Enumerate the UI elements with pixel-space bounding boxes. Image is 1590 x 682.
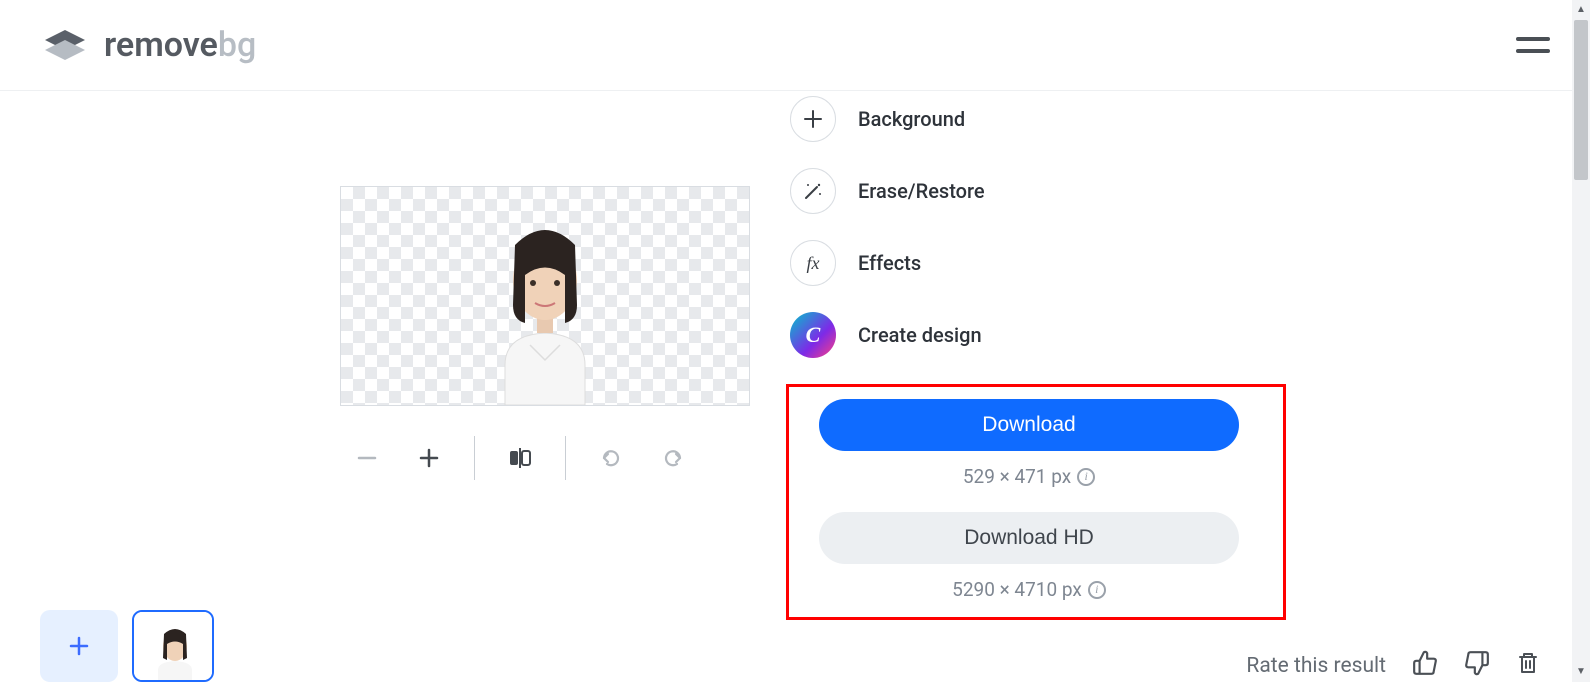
main-content: Background Erase/Restore fx Effects C Cr… [0,91,1590,620]
plus-icon [68,635,90,657]
scroll-up-arrow-icon: ▲ [1575,4,1587,16]
logo-icon [40,20,90,70]
thumbnail-selected[interactable] [132,610,214,682]
compare-button[interactable] [503,441,537,475]
thumbnail-strip [40,610,214,682]
rating-bar: Rate this result [1246,650,1540,682]
download-hd-button[interactable]: Download HD [819,512,1239,564]
magic-wand-icon [790,168,836,214]
background-label: Background [858,107,965,131]
download-dimensions: 529 × 471 px i [819,465,1239,488]
menu-button[interactable] [1516,37,1550,53]
create-design-label: Create design [858,323,982,347]
thumbs-up-button[interactable] [1412,650,1438,682]
plus-icon [790,96,836,142]
download-section: Download 529 × 471 px i Download HD 5290… [790,384,1286,620]
background-option[interactable]: Background [790,96,1286,142]
effects-option[interactable]: fx Effects [790,240,1286,286]
add-image-button[interactable] [40,610,118,682]
logo[interactable]: removebg [40,20,256,70]
thumbs-down-button[interactable] [1464,650,1490,682]
zoom-in-button[interactable] [412,441,446,475]
vertical-scrollbar[interactable]: ▲ ▼ [1572,0,1590,682]
undo-button[interactable] [594,441,628,475]
download-button[interactable]: Download [819,399,1239,451]
canva-icon: C [790,312,836,358]
download-hd-dimensions: 5290 × 4710 px i [819,578,1239,601]
annotation-highlight: Download 529 × 471 px i Download HD 5290… [786,384,1286,620]
erase-restore-label: Erase/Restore [858,179,985,203]
effects-label: Effects [858,251,921,275]
info-icon[interactable]: i [1077,468,1095,486]
info-icon[interactable]: i [1088,581,1106,599]
image-preview[interactable] [340,186,750,406]
delete-button[interactable] [1516,651,1540,681]
menu-icon [1516,37,1550,41]
fx-icon: fx [790,240,836,286]
erase-restore-option[interactable]: Erase/Restore [790,168,1286,214]
create-design-option[interactable]: C Create design [790,312,1286,358]
logo-text-main: remove [104,25,218,65]
preview-column [40,91,750,620]
logo-text: removebg [104,25,256,65]
app-header: removebg [0,0,1590,91]
thumbnail-person-icon [134,612,214,682]
toolbar-divider [565,436,566,480]
toolbar-divider [474,436,475,480]
preview-person-icon [445,186,645,405]
rate-label: Rate this result [1246,654,1386,678]
logo-text-suffix: bg [218,25,256,65]
redo-button[interactable] [656,441,690,475]
preview-toolbar [350,436,750,480]
zoom-out-button[interactable] [350,441,384,475]
edit-column: Background Erase/Restore fx Effects C Cr… [790,91,1286,620]
scroll-down-arrow-icon: ▼ [1575,666,1587,678]
scrollbar-thumb[interactable] [1574,20,1588,180]
